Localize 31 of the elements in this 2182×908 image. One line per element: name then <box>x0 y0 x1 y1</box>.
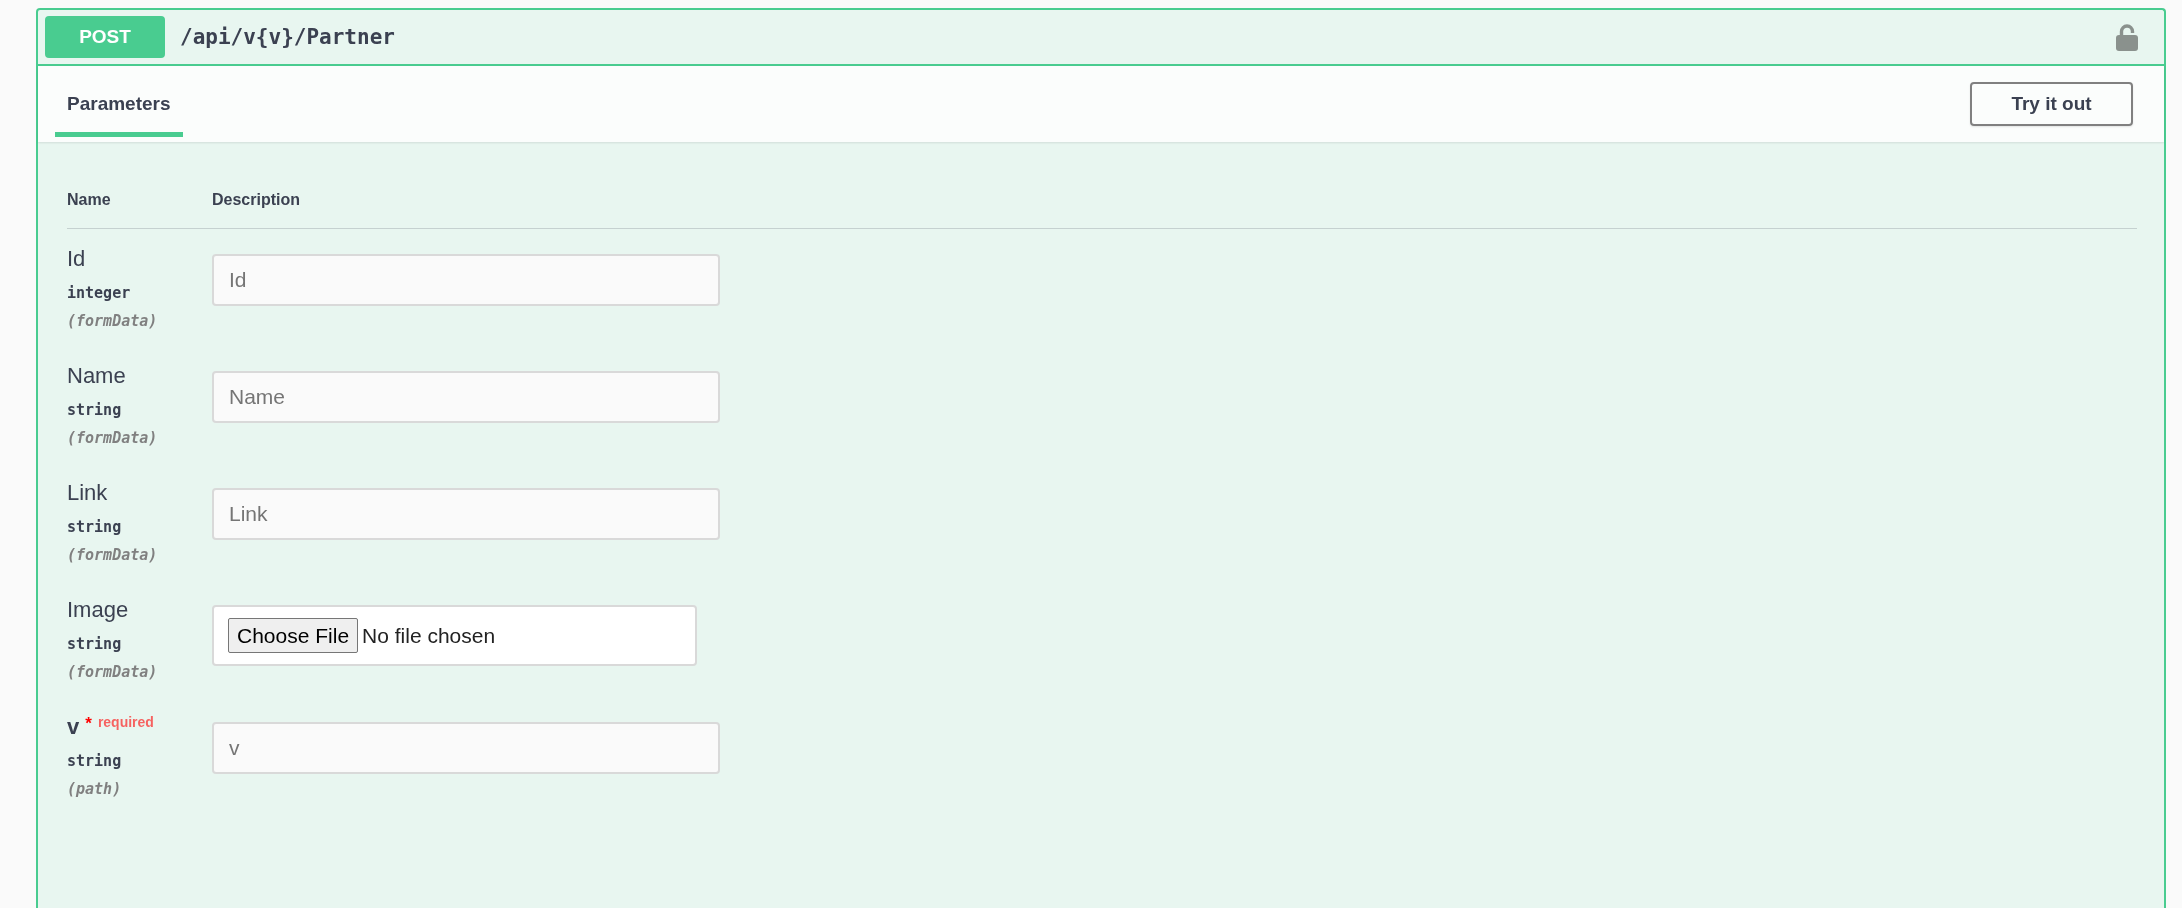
parameter-location: (path) <box>67 779 123 800</box>
try-it-out-button[interactable]: Try it out <box>1970 82 2133 126</box>
required-asterisk: * <box>85 715 92 732</box>
parameter-name: v <box>67 714 80 740</box>
parameter-type: string <box>67 634 123 655</box>
column-header: Name <box>67 190 112 210</box>
required-label: required <box>97 714 154 730</box>
column-header: Description <box>212 190 300 210</box>
parameter-name: Link <box>67 480 108 506</box>
parameter-name: Id <box>67 246 86 272</box>
choose-file-button[interactable]: Choose File <box>228 618 359 653</box>
file-input-field[interactable]: Choose File No file chosen <box>212 605 697 666</box>
parameters-tab[interactable]: Parameters <box>55 66 183 137</box>
method-badge: POST <box>45 16 165 58</box>
endpoint-path: /api/v{v}/Partner <box>180 25 396 49</box>
padlock-icon[interactable] <box>2116 23 2138 51</box>
parameter-type: integer <box>67 283 132 304</box>
parameter-location: (formData) <box>67 311 159 332</box>
text-input-field[interactable]: Name <box>212 371 720 423</box>
parameter-location: (formData) <box>67 428 159 449</box>
parameter-location: (formData) <box>67 662 159 683</box>
parameter-type: string <box>67 751 123 772</box>
text-input-field[interactable]: v <box>212 722 720 774</box>
text-input-field[interactable]: Id <box>212 254 720 306</box>
parameter-name: Image <box>67 597 129 623</box>
text-input-field[interactable]: Link <box>212 488 720 540</box>
parameter-type: string <box>67 400 123 421</box>
parameter-name: Name <box>67 363 126 389</box>
parameter-location: (formData) <box>67 545 159 566</box>
file-status-text: No file chosen <box>362 623 496 648</box>
parameter-type: string <box>67 517 123 538</box>
